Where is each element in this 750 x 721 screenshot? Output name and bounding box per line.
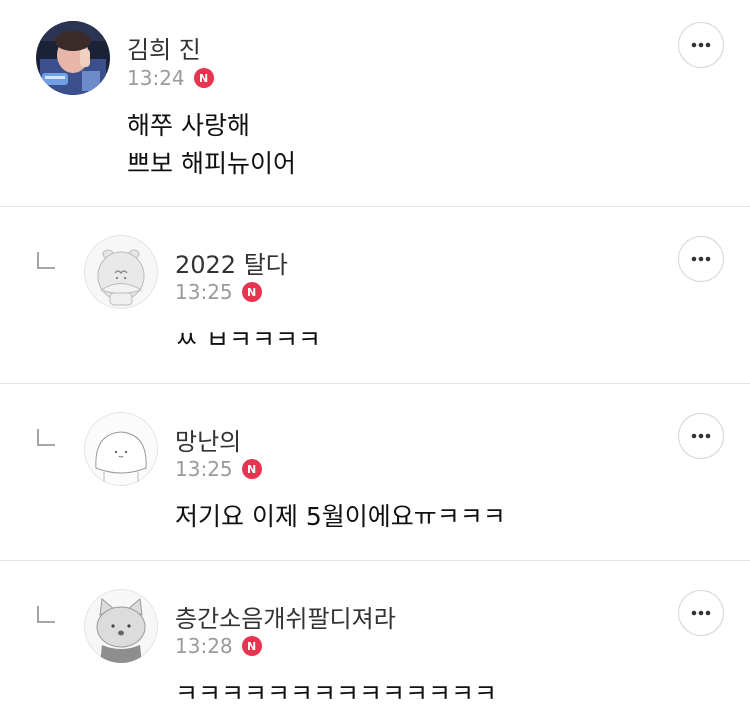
comment-text-line: ㅋㅋㅋㅋㅋㅋㅋㅋㅋㅋㅋㅋㅋㅋ [175, 679, 498, 708]
white-blob-avatar[interactable] [84, 412, 158, 486]
photo-avatar[interactable] [36, 21, 110, 95]
comment-item: 김희 진 13:24 N 해쭈 사랑해 쁘보 해피뉴이어 [0, 0, 750, 206]
reply-arrow-icon [37, 606, 55, 623]
comment-time: 13:25 [175, 280, 233, 304]
more-horizontal-icon [691, 42, 711, 48]
reply-item: 층간소음개쉬팔디져라 13:28 N ㅋㅋㅋㅋㅋㅋㅋㅋㅋㅋㅋㅋㅋㅋ [0, 561, 750, 721]
comment-time: 13:25 [175, 457, 233, 481]
new-badge-icon: N [193, 68, 214, 88]
comment-text: 해쭈 사랑해 쁘보 해피뉴이어 [127, 107, 296, 183]
new-badge-icon: N [241, 636, 262, 656]
comment-meta: 13:28 N [175, 634, 262, 658]
comment-author[interactable]: 김희 진 [127, 30, 201, 65]
more-options-button[interactable] [678, 22, 724, 68]
reply-item: 2022 탈다 13:25 N ㅆ ㅂㅋㅋㅋㅋ [0, 207, 750, 383]
new-badge-icon: N [241, 282, 262, 302]
comment-author[interactable]: 2022 탈다 [175, 245, 288, 280]
reply-item: 망난의 13:25 N 저기요 이제 5월이에요ㅠㅋㅋㅋ [0, 384, 750, 560]
reply-arrow-icon [37, 252, 55, 269]
comment-text-line: ㅆ ㅂㅋㅋㅋㅋ [175, 325, 321, 354]
more-horizontal-icon [691, 256, 711, 262]
new-badge-icon: N [241, 459, 262, 479]
more-horizontal-icon [691, 610, 711, 616]
comment-text: ㅆ ㅂㅋㅋㅋㅋ [175, 321, 321, 359]
comment-meta: 13:25 N [175, 280, 262, 304]
comment-text: ㅋㅋㅋㅋㅋㅋㅋㅋㅋㅋㅋㅋㅋㅋ [175, 675, 497, 713]
comment-author[interactable]: 망난의 [175, 422, 241, 457]
comment-time: 13:24 [127, 66, 185, 90]
more-options-button[interactable] [678, 413, 724, 459]
comment-text-line: 저기요 이제 5월이에요ㅠㅋㅋㅋ [175, 502, 506, 531]
comment-meta: 13:25 N [175, 457, 262, 481]
comment-text-line: 쁘보 해피뉴이어 [127, 149, 296, 178]
comment-meta: 13:24 N [127, 66, 214, 90]
cat-avatar[interactable] [84, 589, 158, 663]
more-options-button[interactable] [678, 590, 724, 636]
comment-time: 13:28 [175, 634, 233, 658]
reply-arrow-icon [37, 429, 55, 446]
comment-text-line: 해쭈 사랑해 [127, 111, 250, 140]
more-horizontal-icon [691, 433, 711, 439]
comment-text: 저기요 이제 5월이에요ㅠㅋㅋㅋ [175, 498, 506, 536]
hamster-avatar[interactable] [84, 235, 158, 309]
more-options-button[interactable] [678, 236, 724, 282]
comment-author[interactable]: 층간소음개쉬팔디져라 [175, 599, 396, 634]
